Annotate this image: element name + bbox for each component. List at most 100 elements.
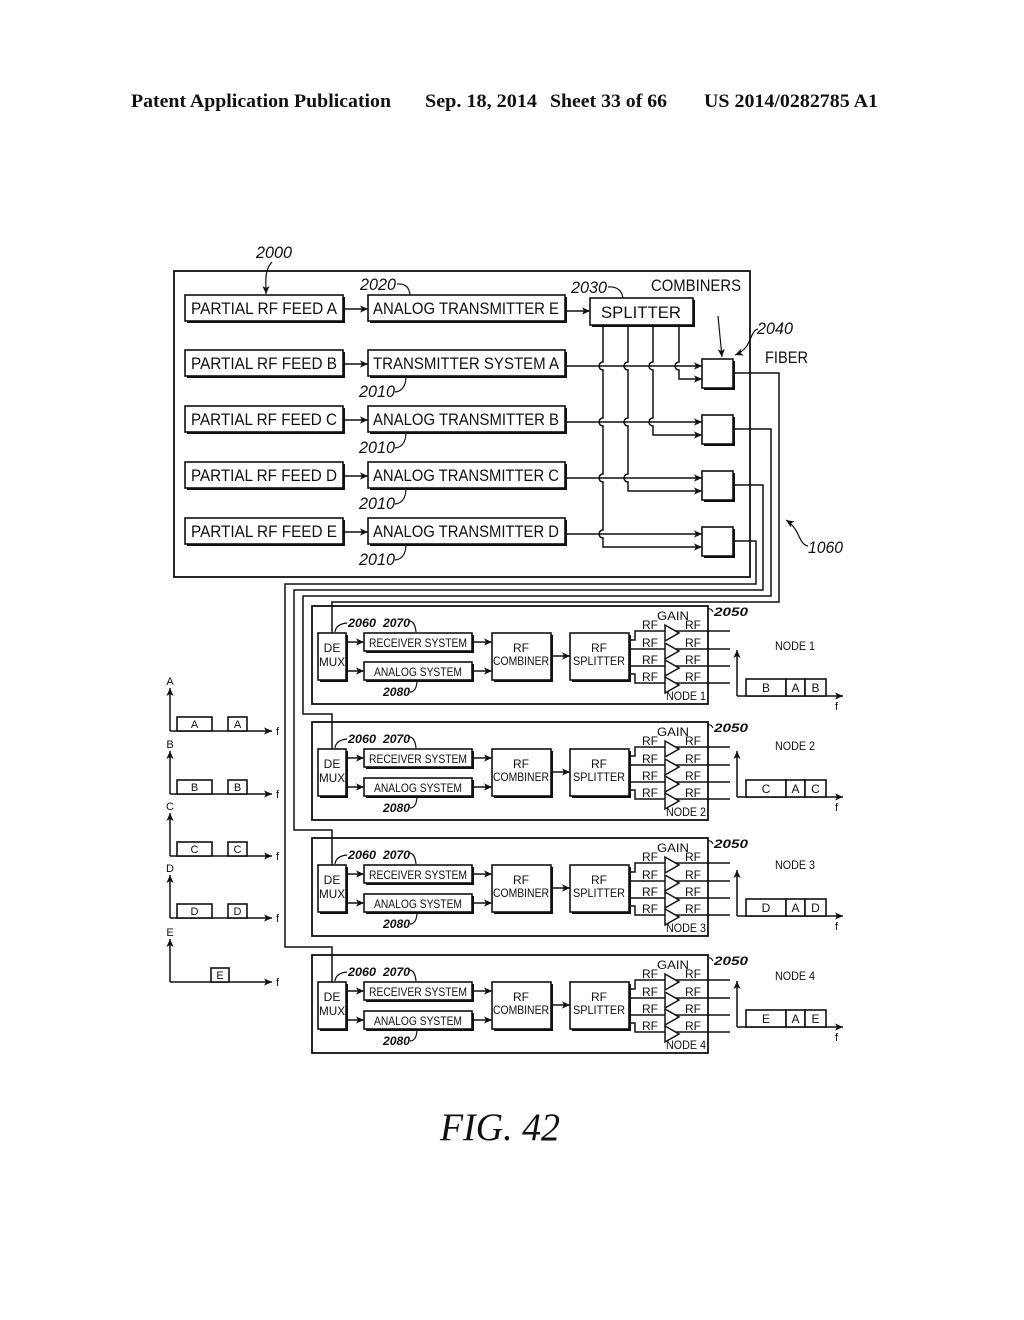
publication-number: US 2014/0282785 A1	[704, 91, 878, 112]
rf-input-label: RF	[642, 653, 658, 667]
splitter-to-combiner-wire	[674, 325, 702, 383]
rf-output-label: RF	[685, 985, 701, 999]
gain-amplifier-icon	[664, 774, 681, 794]
transmitter-reference-numeral: 2020	[359, 275, 396, 294]
transmitter-label: ANALOG TRANSMITTER D	[373, 522, 559, 541]
node-reference-numeral: 2050	[713, 837, 749, 851]
frequency-axis-label: f	[276, 913, 280, 925]
demux-leader-line	[334, 622, 348, 633]
rf-combiner-label-line2: COMBINER	[493, 1003, 549, 1017]
receiver-reference-numeral: 2070	[382, 965, 410, 979]
rf-input-label: RF	[642, 1019, 658, 1033]
rf-input-label: RF	[642, 769, 658, 783]
node-spectrum-band-label: E	[811, 1012, 819, 1026]
receiver-reference-numeral: 2070	[382, 848, 410, 862]
analog-reference-numeral: 2080	[382, 917, 410, 931]
rf-output-label: RF	[685, 636, 701, 650]
receiver-leader-line	[408, 620, 417, 633]
node-spectrum-band-label: A	[791, 901, 799, 915]
gain-amplifier-icon	[664, 658, 681, 678]
headend-system: 2000 PARTIAL RF FEED A ANALOG TRANSMITTER…	[173, 243, 808, 578]
rf-output-label: RF	[685, 653, 701, 667]
rf-output-label: RF	[685, 1019, 701, 1033]
gain-amplifier-icon	[664, 873, 681, 893]
rf-input-label: RF	[642, 902, 658, 916]
gain-amplifier-icon	[664, 623, 681, 643]
combiner-box	[701, 414, 735, 446]
demux-label-line2: MUX	[319, 1004, 345, 1018]
analog-system-label: ANALOG SYSTEM	[374, 897, 462, 911]
node-spectrum-band-label: A	[791, 1012, 799, 1026]
system-reference-numeral: 1060	[808, 538, 843, 557]
frequency-axis-label: f	[835, 802, 839, 814]
gain-amplifier-icon	[664, 855, 681, 875]
demux-reference-numeral: 2060	[347, 848, 376, 862]
rf-splitter-label-line2: SPLITTER	[573, 654, 625, 668]
analog-leader-line	[409, 797, 418, 809]
transmitter-reference-numeral: 2010	[358, 382, 395, 401]
node-frame-label: NODE 4	[666, 1038, 706, 1052]
node-3: 2050 DEMUX 2060 RECEIVER SYSTEM 2070 ANALOG S…	[311, 837, 843, 937]
gain-amplifier-icon	[664, 990, 681, 1010]
combiner-box-outline	[701, 526, 734, 557]
node-frame-label: NODE 3	[666, 921, 706, 935]
splitter-to-combiner-wire	[648, 325, 702, 439]
headend-row: PARTIAL RF FEED D ANALOG TRANSMITTER C 201…	[184, 461, 702, 513]
analog-leader-line	[409, 913, 418, 925]
analog-leader-line	[409, 681, 418, 693]
rf-output-label: RF	[685, 734, 701, 748]
receiver-system-label: RECEIVER SYSTEM	[369, 752, 467, 766]
partial-rf-feed-label: PARTIAL RF FEED D	[191, 466, 337, 485]
partial-rf-feed-label: PARTIAL RF FEED A	[191, 299, 338, 318]
splitter-label: SPLITTER	[601, 303, 681, 322]
transmitter-label: ANALOG TRANSMITTER B	[373, 410, 559, 429]
transmitter-label: ANALOG TRANSMITTER C	[373, 466, 559, 485]
node-reference-numeral: 2050	[713, 721, 749, 735]
receiver-system-label: RECEIVER SYSTEM	[369, 868, 467, 882]
combiner-box-outline	[701, 470, 734, 501]
rf-output-label: RF	[685, 752, 701, 766]
transmitter-leader-line	[394, 545, 407, 561]
transmitter-reference-numeral: 2010	[358, 550, 395, 569]
rf-input-label: RF	[642, 1002, 658, 1016]
rf-output-label: RF	[685, 670, 701, 684]
page-header: Patent Application Publication Sep. 18, …	[131, 91, 878, 112]
frequency-axis-label: f	[276, 851, 280, 863]
rf-combiner-label-line1: RF	[513, 757, 529, 771]
node-spectrum-band-label: E	[762, 1012, 770, 1026]
node-spectrum-title: NODE 2	[775, 739, 815, 753]
transmitter-leader-line	[394, 489, 407, 505]
rf-splitter-label-line1: RF	[591, 873, 607, 887]
analog-reference-numeral: 2080	[382, 801, 410, 815]
receiver-system-label: RECEIVER SYSTEM	[369, 636, 467, 650]
spectrum-band-label: A	[191, 719, 199, 731]
transmitter-leader-line	[396, 283, 411, 296]
receiver-leader-line	[408, 969, 417, 982]
receiver-system-label: RECEIVER SYSTEM	[369, 985, 467, 999]
node-spectrum-band-label: B	[762, 681, 770, 695]
rf-output-label: RF	[685, 850, 701, 864]
rf-output-label: RF	[685, 868, 701, 882]
receiver-reference-numeral: 2070	[382, 732, 410, 746]
node-spectrum-title: NODE 1	[775, 639, 815, 653]
nodes: 2050DEMUX2060RECEIVER SYSTEM2070ANALOG S…	[311, 605, 843, 1054]
node-spectrum-band-label: B	[811, 681, 819, 695]
rf-input-label: RF	[642, 885, 658, 899]
rf-output-label: RF	[685, 786, 701, 800]
spectrum-band-label: A	[234, 719, 242, 731]
spectrum-channel-label: D	[166, 863, 174, 875]
spectrum-band-label: D	[191, 906, 199, 918]
demux-label-line2: MUX	[319, 655, 345, 669]
node-spectrum-band-label: A	[791, 782, 799, 796]
frequency-axis-label: f	[835, 701, 839, 713]
spectrum-band-label: B	[234, 782, 241, 794]
receiver-leader-line	[408, 852, 417, 865]
analog-system-label: ANALOG SYSTEM	[374, 781, 462, 795]
rf-splitter-label-line2: SPLITTER	[573, 886, 625, 900]
gain-amplifier-icon	[664, 757, 681, 777]
rf-input-label: RF	[642, 786, 658, 800]
receiver-leader-line	[408, 736, 417, 749]
spectrum-channel-label: C	[166, 801, 174, 813]
node-4: 2050 DEMUX 2060 RECEIVER SYSTEM 2070 ANALOG S…	[311, 954, 843, 1054]
figure-caption: FIG. 42	[439, 1106, 560, 1149]
